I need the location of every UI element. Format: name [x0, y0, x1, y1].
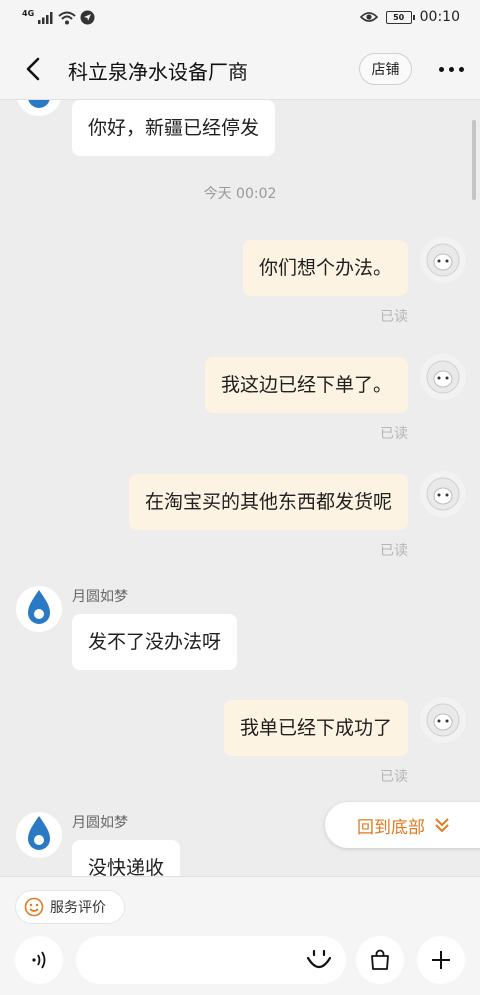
user-avatar[interactable]: [420, 237, 466, 283]
input-bar: 服务评价: [0, 876, 480, 995]
avatar-face-icon: [426, 243, 460, 277]
read-status: 已读: [380, 543, 408, 559]
more-dot: [458, 66, 464, 72]
clock: 00:10: [419, 9, 460, 25]
read-status: 已读: [380, 769, 408, 785]
user-avatar[interactable]: [420, 471, 466, 517]
location-icon: [80, 10, 95, 25]
voice-icon: [32, 951, 46, 969]
message-bubble[interactable]: 发不了没办法呀: [72, 614, 238, 670]
service-review-button[interactable]: 服务评价: [15, 890, 125, 924]
read-status: 已读: [380, 309, 408, 325]
signal-icon: [38, 12, 53, 24]
message-bubble[interactable]: 在淘宝买的其他东西都发货呢: [128, 474, 408, 530]
emoji-icon: [306, 949, 332, 969]
chat-header: 科立泉净水设备厂商 店铺: [0, 38, 480, 100]
scroll-to-bottom-label: 回到底部: [357, 817, 425, 838]
shop-avatar[interactable]: [16, 812, 62, 858]
battery-icon: 50: [385, 10, 415, 24]
timestamp: 今天 00:02: [203, 186, 277, 202]
service-review-label: 服务评价: [50, 900, 106, 916]
chevron-left-icon: [26, 57, 40, 81]
battery-level: 50: [393, 12, 405, 22]
message-bubble[interactable]: 你好，新疆已经停发: [72, 100, 276, 156]
message-bubble[interactable]: 没快递收: [72, 840, 181, 876]
water-drop-logo-icon: [28, 590, 50, 624]
shop-button[interactable]: 店铺: [359, 53, 412, 85]
page-title: 科立泉净水设备厂商: [68, 60, 248, 84]
avatar-face-icon: [426, 360, 460, 394]
eye-icon: [359, 12, 378, 22]
shop-avatar[interactable]: [16, 100, 62, 116]
water-drop-logo-icon: [28, 100, 50, 108]
user-avatar[interactable]: [420, 354, 466, 400]
shop-avatar[interactable]: [16, 586, 62, 632]
back-button[interactable]: [20, 55, 48, 83]
scroll-to-bottom-button[interactable]: 回到底部: [325, 802, 480, 848]
water-drop-logo-icon: [28, 816, 50, 850]
avatar-face-icon: [426, 477, 460, 511]
message-bubble[interactable]: 你们想个办法。: [242, 240, 408, 296]
status-right: 50 00:10: [359, 9, 460, 25]
chat-area[interactable]: 你好，新疆已经停发 今天 00:02 你们想个办法。 已读 我这边已经下单了。 …: [0, 100, 480, 876]
avatar-face-icon: [426, 703, 460, 737]
message-bubble[interactable]: 我这边已经下单了。: [204, 357, 408, 413]
plus-icon: [432, 951, 450, 969]
wifi-icon: [58, 11, 76, 24]
more-button[interactable]: [434, 57, 468, 81]
shopping-bag-button[interactable]: [356, 936, 404, 984]
more-dot: [448, 66, 454, 72]
status-left: 4G: [22, 8, 95, 25]
voice-button[interactable]: [15, 936, 63, 984]
network-type: 4G: [22, 8, 35, 18]
more-actions-button[interactable]: [417, 936, 465, 984]
read-status: 已读: [380, 426, 408, 442]
sender-name: 月圆如梦: [72, 815, 128, 831]
status-bar: 4G 50 00:10: [0, 0, 480, 38]
emoji-button[interactable]: [305, 948, 333, 974]
shopping-bag-icon: [371, 949, 389, 970]
sender-name: 月圆如梦: [72, 589, 128, 605]
more-dots-icon: [438, 66, 444, 72]
message-bubble[interactable]: 我单已经下成功了: [223, 700, 408, 756]
double-chevron-down-icon: [435, 818, 449, 833]
user-avatar[interactable]: [420, 697, 466, 743]
smile-icon: [24, 897, 44, 917]
